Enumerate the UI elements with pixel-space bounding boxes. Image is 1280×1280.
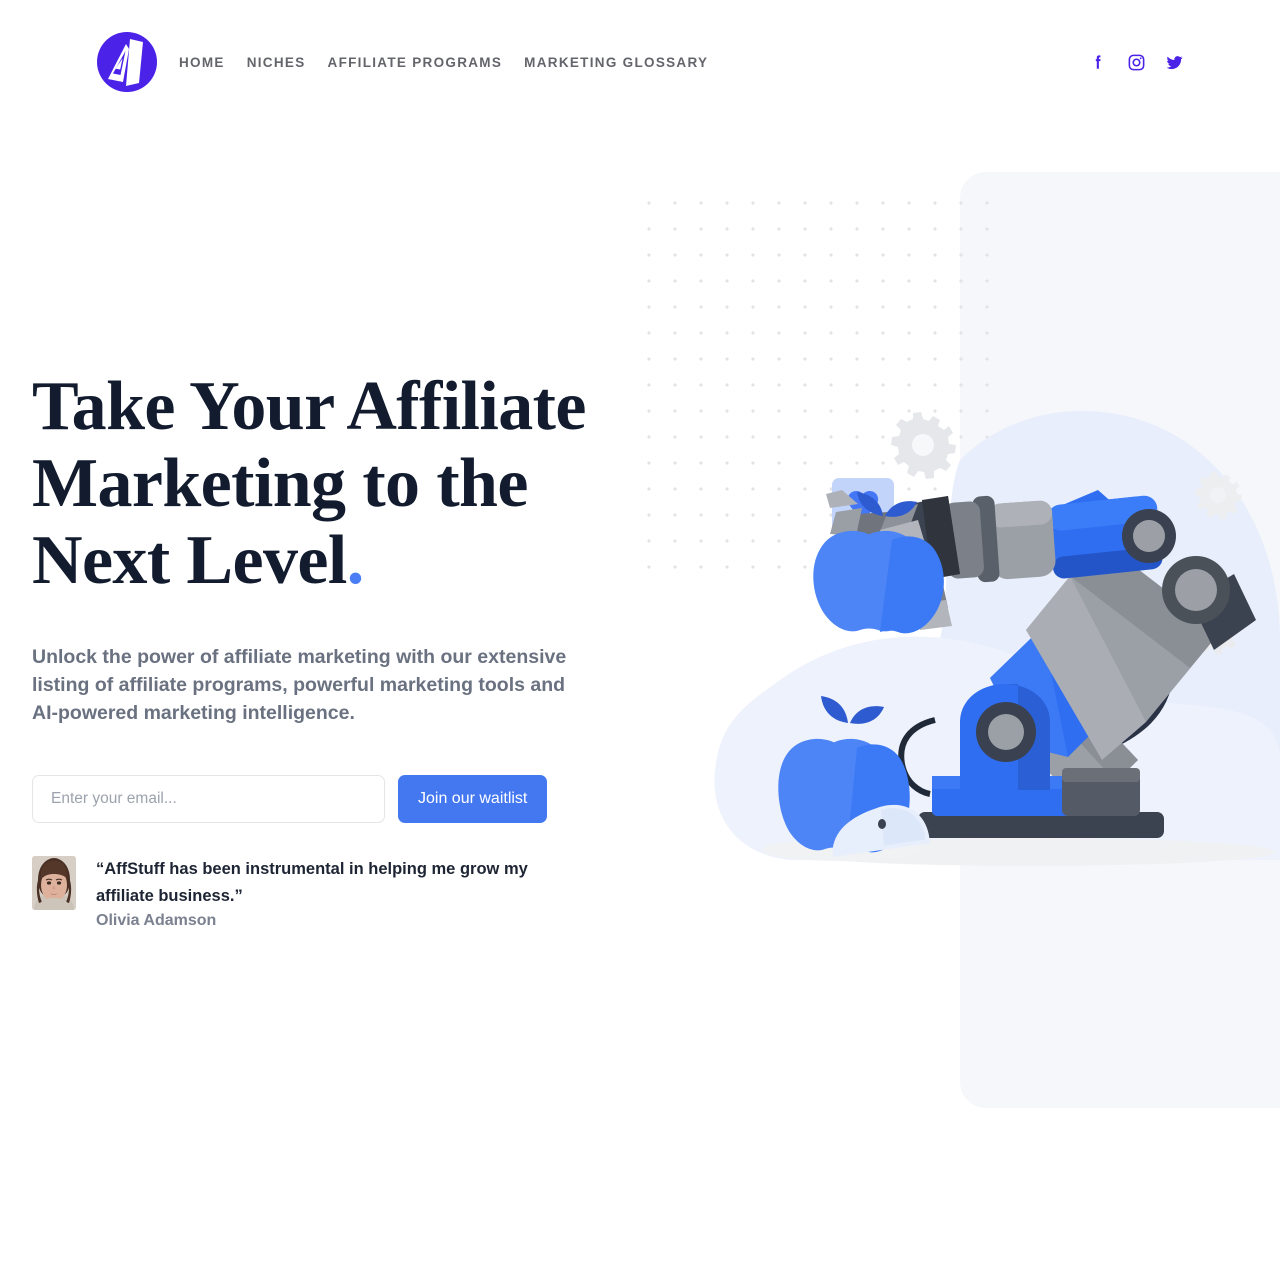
- landing-page: HOME NICHES AFFILIATE PROGRAMS MARKETING…: [0, 0, 1280, 1280]
- twitter-icon[interactable]: [1164, 52, 1184, 72]
- primary-navigation: HOME NICHES AFFILIATE PROGRAMS MARKETING…: [168, 49, 719, 76]
- hero-subheading: Unlock the power of affiliate marketing …: [32, 646, 567, 724]
- testimonial: “AffStuff has been instrumental in helpi…: [32, 856, 632, 930]
- testimonial-text: “AffStuff has been instrumental in helpi…: [96, 856, 566, 930]
- nav-link-home[interactable]: HOME: [168, 49, 236, 76]
- waitlist-signup-form: Join our waitlist: [32, 775, 632, 823]
- robot-arm-holding-apple-illustration: [630, 160, 1280, 920]
- affstuff-logo-icon[interactable]: [96, 31, 158, 93]
- join-waitlist-button[interactable]: Join our waitlist: [398, 775, 548, 823]
- avatar-olivia-adamson: [32, 856, 76, 910]
- email-input[interactable]: [32, 775, 385, 823]
- headline-line-3: Next Level: [32, 522, 347, 599]
- social-links: [1088, 52, 1184, 72]
- nav-link-niches[interactable]: NICHES: [236, 49, 317, 76]
- testimonial-author: Olivia Adamson: [96, 912, 217, 929]
- headline-line-2: Marketing to the: [32, 445, 528, 522]
- hero-copy: Take Your Affiliate Marketing to the Nex…: [32, 368, 632, 930]
- nav-link-marketing-glossary[interactable]: MARKETING GLOSSARY: [513, 49, 719, 76]
- headline-line-1: Take Your Affiliate: [32, 368, 586, 445]
- page-title: Take Your Affiliate Marketing to the Nex…: [32, 368, 632, 599]
- site-header: HOME NICHES AFFILIATE PROGRAMS MARKETING…: [0, 0, 1280, 124]
- headline-accent-period: .: [346, 522, 365, 599]
- testimonial-quote: “AffStuff has been instrumental in helpi…: [96, 860, 528, 905]
- facebook-icon[interactable]: [1088, 52, 1108, 72]
- nav-link-affiliate-programs[interactable]: AFFILIATE PROGRAMS: [317, 49, 514, 76]
- instagram-icon[interactable]: [1126, 52, 1146, 72]
